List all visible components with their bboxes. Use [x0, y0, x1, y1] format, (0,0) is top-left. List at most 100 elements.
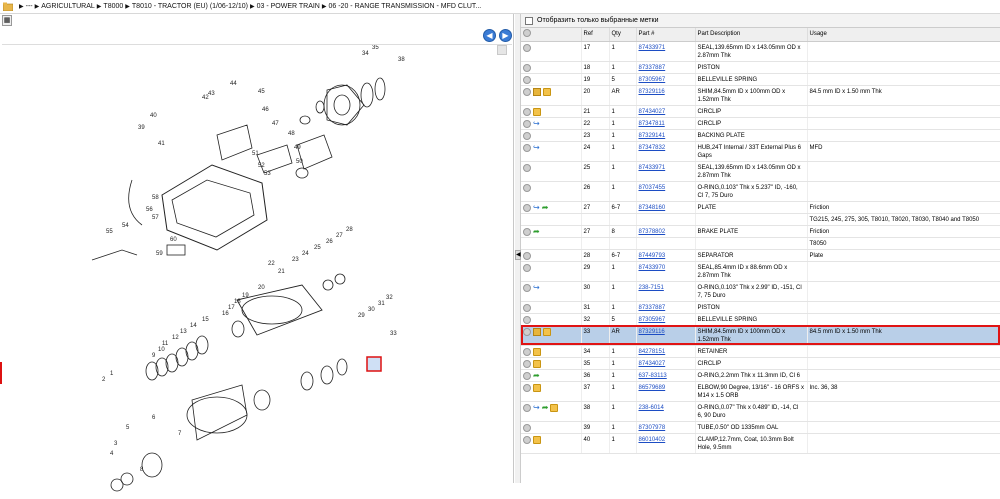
- column-header[interactable]: Qty: [609, 28, 637, 42]
- diagram-callout-label[interactable]: 7: [178, 431, 182, 437]
- next-page-button[interactable]: ▶: [499, 29, 512, 42]
- table-row[interactable]: ↪ ➦ 38 1 238-6014 O-RING,0.07" Thk x 0.489" I…: [521, 401, 1000, 422]
- diagram-callout-label[interactable]: 40: [150, 113, 157, 119]
- part-number-link[interactable]: 238-7151: [639, 285, 664, 291]
- diagram-callout-label[interactable]: 26: [326, 239, 333, 245]
- table-row[interactable]: 31 1 87337887 PISTON: [521, 301, 1000, 314]
- info-circle-icon[interactable]: [523, 203, 531, 212]
- diagram-callout-label[interactable]: 17: [228, 305, 235, 311]
- breadcrumb-item[interactable]: 06 -20 - RANGE TRANSMISSION - MFD CLUT..…: [329, 3, 482, 10]
- replaced-by-arrow-icon[interactable]: ↪: [533, 403, 540, 412]
- column-header[interactable]: Ref: [581, 28, 610, 42]
- part-number-link[interactable]: 87433970: [639, 265, 666, 271]
- table-row[interactable]: TG215, 245, 275, 305, T8010, T8020, T803…: [521, 213, 1000, 226]
- table-row[interactable]: 20 AR 87329116 SHIM,84.5mm ID x 100mm OD x …: [521, 85, 1000, 106]
- diagram-callout-label[interactable]: 25: [314, 245, 321, 251]
- diagram-callout-label[interactable]: 60: [170, 237, 177, 243]
- diagram-callout-label[interactable]: 4: [110, 451, 114, 457]
- package-icon[interactable]: [543, 327, 551, 336]
- diagram-callout-label[interactable]: 54: [122, 223, 129, 229]
- diagram-callout-label[interactable]: 38: [398, 57, 405, 63]
- info-circle-icon[interactable]: [523, 383, 531, 392]
- column-header[interactable]: [521, 28, 582, 42]
- table-row[interactable]: 34 1 84278151 RETAINER: [521, 345, 1000, 358]
- folder-icon[interactable]: [3, 2, 13, 11]
- part-number-link[interactable]: 87329116: [639, 329, 665, 335]
- part-number-link[interactable]: 86010402: [639, 437, 666, 443]
- diagram-callout-label[interactable]: 9: [152, 353, 156, 359]
- diagram-callout-label[interactable]: 27: [336, 233, 343, 239]
- diagram-callout-label[interactable]: 12: [172, 335, 179, 341]
- part-number-link[interactable]: 637-83113: [639, 373, 667, 379]
- part-number-link[interactable]: 87449793: [639, 253, 666, 259]
- diagram-callout-label[interactable]: 20: [258, 285, 265, 291]
- table-row[interactable]: 39 1 87307978 TUBE,0.50" OD 1335mm OAL: [521, 421, 1000, 434]
- diagram-callout-label[interactable]: 31: [378, 301, 385, 307]
- diagram-callout-label[interactable]: 21: [278, 269, 285, 275]
- part-number-link[interactable]: 87337887: [639, 305, 666, 311]
- diagram-callout-label[interactable]: 47: [272, 121, 279, 127]
- diagram-callout-label[interactable]: 53: [264, 171, 271, 177]
- exploded-parts-diagram[interactable]: 1 2 3 4 5 6 7 8 9 10 11 12 13 14 15 16 17 18 19 20 21 22 23 24 2…: [2, 33, 512, 496]
- note-icon[interactable]: [533, 327, 541, 336]
- info-circle-icon[interactable]: [523, 143, 531, 152]
- note-icon[interactable]: [533, 87, 541, 96]
- diagram-callout-label[interactable]: 3: [114, 441, 118, 447]
- info-circle-icon[interactable]: [523, 163, 531, 172]
- diagram-callout-label[interactable]: 33: [390, 331, 397, 337]
- diagram-callout-label[interactable]: 50: [296, 159, 303, 165]
- diagram-callout-label[interactable]: 39: [138, 125, 145, 131]
- diagram-callout-label[interactable]: 22: [268, 261, 275, 267]
- diagram-callout-label[interactable]: 5: [126, 425, 130, 431]
- diagram-callout-label[interactable]: 56: [146, 207, 153, 213]
- table-row[interactable]: 35 1 87434027 CIRCLIP: [521, 357, 1000, 370]
- diagram-callout-label[interactable]: 2: [102, 377, 106, 383]
- diagram-callout-label[interactable]: 15: [202, 317, 209, 323]
- diagram-callout-label[interactable]: 23: [292, 257, 299, 263]
- table-row[interactable]: 26 1 87037455 O-RING,0.103" Thk x 5.237" ID…: [521, 181, 1000, 202]
- info-circle-icon[interactable]: [523, 227, 531, 236]
- table-row[interactable]: 17 1 87433971 SEAL,139.65mm ID x 143.05mm O…: [521, 41, 1000, 62]
- breadcrumb-item[interactable]: ---: [26, 3, 33, 10]
- package-icon[interactable]: [550, 403, 559, 412]
- info-circle-icon[interactable]: [523, 63, 531, 72]
- part-number-link[interactable]: 87307978: [639, 425, 666, 431]
- diagram-callout-label[interactable]: 59: [156, 251, 163, 257]
- replaced-by-arrow-icon[interactable]: ↪: [533, 203, 540, 212]
- part-number-link[interactable]: 87329141: [639, 133, 666, 139]
- info-circle-icon[interactable]: [523, 371, 531, 380]
- part-number-link[interactable]: 238-6014: [639, 405, 664, 411]
- table-row[interactable]: T8050: [521, 237, 1000, 250]
- info-circle-icon[interactable]: [523, 119, 531, 128]
- part-number-link[interactable]: 87347811: [639, 121, 665, 127]
- diagram-callout-label[interactable]: 45: [258, 89, 265, 95]
- info-circle-icon[interactable]: [523, 87, 531, 96]
- table-row[interactable]: 19 5 87305967 BELLEVILLE SPRING: [521, 73, 1000, 86]
- part-number-link[interactable]: 87434027: [639, 109, 666, 115]
- info-circle-icon[interactable]: [523, 251, 531, 260]
- part-number-link[interactable]: 87433971: [639, 45, 666, 51]
- diagram-callout-label[interactable]: 32: [386, 295, 393, 301]
- part-number-link[interactable]: 87348160: [639, 205, 666, 211]
- table-row[interactable]: 21 1 87434027 CIRCLIP: [521, 105, 1000, 118]
- breadcrumb-item[interactable]: T8010 - TRACTOR (EU) (1/06-12/10): [132, 3, 248, 10]
- table-row[interactable]: 32 5 87305967 BELLEVILLE SPRING: [521, 313, 1000, 326]
- replaced-by-arrow-icon[interactable]: ↪: [533, 119, 540, 128]
- info-circle-icon[interactable]: [523, 43, 531, 52]
- diagram-callout-label[interactable]: 10: [158, 347, 165, 353]
- diagram-callout-label[interactable]: 28: [346, 227, 353, 233]
- diagram-callout-label[interactable]: 14: [190, 323, 197, 329]
- part-number-link[interactable]: 87305967: [639, 317, 666, 323]
- diagram-callout-label[interactable]: 6: [152, 415, 156, 421]
- show-selected-only-checkbox[interactable]: [525, 16, 533, 25]
- info-circle-icon[interactable]: [523, 435, 531, 444]
- package-icon[interactable]: [533, 359, 541, 368]
- package-icon[interactable]: [543, 87, 551, 96]
- breadcrumb-item[interactable]: T8000: [103, 3, 123, 10]
- column-header[interactable]: Part Description: [695, 28, 808, 42]
- diagram-callout-label[interactable]: 58: [152, 195, 159, 201]
- info-circle-icon[interactable]: [523, 347, 531, 356]
- column-header[interactable]: Part #: [636, 28, 696, 42]
- alternate-arrow-icon[interactable]: ➦: [542, 203, 549, 212]
- table-row[interactable]: 23 1 87329141 BACKING PLATE: [521, 129, 1000, 142]
